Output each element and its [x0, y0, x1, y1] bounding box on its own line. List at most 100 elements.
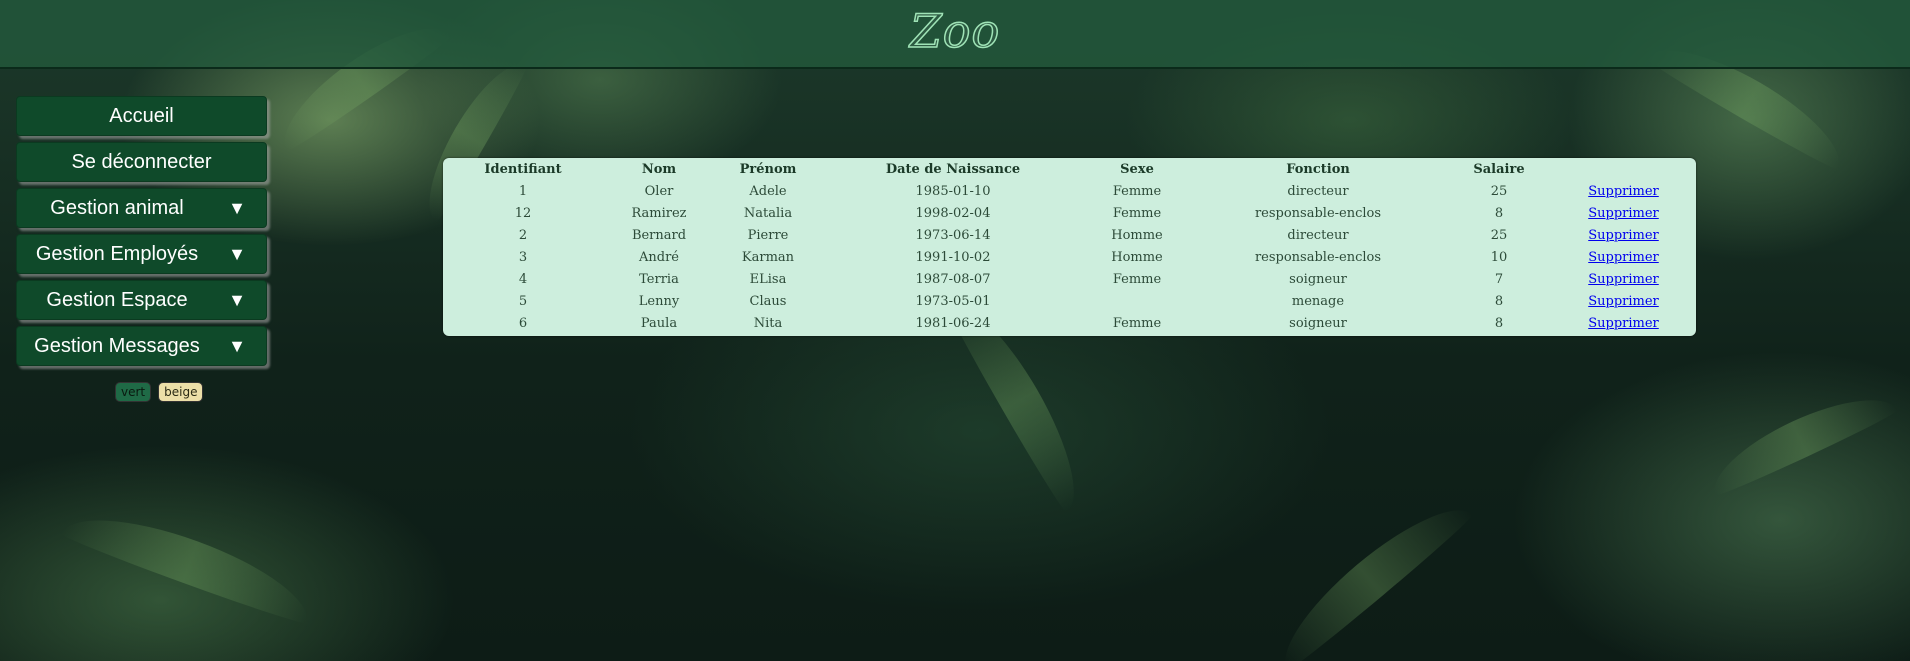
action-cell: Supprimer [1551, 224, 1696, 246]
table-row: 1 Oler Adele 1985-01-10 Femme directeur 25 Supp… [443, 180, 1696, 202]
table-cell: 12 [514, 205, 532, 221]
delete-link[interactable]: Supprimer [1588, 316, 1659, 331]
action-cell: Supprimer [1551, 202, 1696, 224]
table-cell [1085, 290, 1189, 312]
theme-switcher: vert beige [115, 382, 204, 402]
nav-gestion-animal-button[interactable]: Gestion animal ▼ [16, 188, 267, 228]
table-cell: 25 [1490, 183, 1508, 199]
chevron-down-icon: ▼ [228, 243, 246, 264]
delete-link[interactable]: Supprimer [1588, 228, 1659, 243]
employees-table-panel: Identifiant Nom Prénom Date de Naissance Sex… [443, 158, 1696, 336]
table-cell: Oler [644, 183, 674, 199]
table-cell: 8 [1494, 315, 1504, 331]
table-cell: soigneur [1289, 315, 1347, 331]
action-cell: Supprimer [1551, 312, 1696, 334]
table-cell: Lenny [638, 293, 680, 309]
delete-link[interactable]: Supprimer [1588, 206, 1659, 221]
table-cell: Nita [753, 315, 783, 331]
table-cell: Femme [1112, 183, 1162, 199]
table-header-row: Identifiant Nom Prénom Date de Naissance Sex… [443, 158, 1696, 180]
nav-accueil-button[interactable]: Accueil [16, 96, 267, 136]
table-cell: Femme [1112, 271, 1162, 287]
table-cell: Karman [741, 249, 795, 265]
table-cell: 1987-08-07 [915, 271, 991, 287]
column-header [1551, 158, 1696, 180]
table-cell: 1973-06-14 [915, 227, 991, 243]
table-cell: Pierre [747, 227, 789, 243]
table-cell: menage [1291, 293, 1345, 309]
table-cell: André [639, 249, 679, 265]
action-cell: Supprimer [1551, 290, 1696, 312]
delete-link[interactable]: Supprimer [1588, 250, 1659, 265]
action-cell: Supprimer [1551, 180, 1696, 202]
table-cell: Femme [1112, 205, 1162, 221]
table-cell: soigneur [1289, 271, 1347, 287]
table-cell: 2 [518, 227, 528, 243]
table-cell: directeur [1287, 183, 1349, 199]
table-cell: 1998-02-04 [915, 205, 991, 221]
delete-link[interactable]: Supprimer [1588, 184, 1659, 199]
column-header: Sexe [1120, 161, 1154, 177]
column-header: Fonction [1286, 161, 1350, 177]
table-row: 6 Paula Nita 1981-06-24 Femme soigneur 8 Suppri… [443, 312, 1696, 334]
column-header: Identifiant [484, 161, 562, 177]
table-cell: 4 [518, 271, 528, 287]
table-cell: directeur [1287, 227, 1349, 243]
chevron-down-icon: ▼ [228, 197, 246, 218]
table-cell: Paula [640, 315, 678, 331]
employees-table: Identifiant Nom Prénom Date de Naissance Sex… [443, 158, 1696, 334]
nav-gestion-espace-button[interactable]: Gestion Espace ▼ [16, 280, 267, 320]
table-cell: 25 [1490, 227, 1508, 243]
table-cell: 1985-01-10 [915, 183, 991, 199]
action-cell: Supprimer [1551, 246, 1696, 268]
table-cell: 10 [1490, 249, 1508, 265]
table-cell: 3 [518, 249, 528, 265]
nav-gestion-espace-label: Gestion Espace [46, 288, 188, 311]
table-cell: 8 [1494, 293, 1504, 309]
table-cell: Adele [749, 183, 787, 199]
table-cell: 1 [518, 183, 528, 199]
table-cell: responsable-enclos [1254, 205, 1382, 221]
nav-gestion-messages-label: Gestion Messages [34, 334, 200, 357]
chevron-down-icon: ▼ [228, 289, 246, 310]
table-cell: Terria [639, 271, 679, 287]
delete-link[interactable]: Supprimer [1588, 272, 1659, 287]
table-row: 3 André Karman 1991-10-02 Homme responsable-e… [443, 246, 1696, 268]
table-cell: Homme [1111, 227, 1163, 243]
nav-accueil-label: Accueil [109, 104, 174, 127]
table-cell: ELisa [749, 271, 787, 287]
table-cell: responsable-enclos [1254, 249, 1382, 265]
sidebar-nav: Accueil Se déconnecter Gestion animal ▼ … [16, 96, 267, 372]
table-cell: 8 [1494, 205, 1504, 221]
table-cell: Natalia [743, 205, 793, 221]
column-header: Date de Naissance [885, 161, 1021, 177]
table-row: 4 Terria ELisa 1987-08-07 Femme soigneur 7 Supp… [443, 268, 1696, 290]
table-cell: 7 [1494, 271, 1504, 287]
table-cell: 1981-06-24 [915, 315, 991, 331]
table-cell: Femme [1112, 315, 1162, 331]
nav-gestion-employes-label: Gestion Employés [35, 242, 199, 265]
table-cell: 1991-10-02 [915, 249, 991, 265]
column-header: Salaire [1473, 161, 1525, 177]
table-cell: Bernard [631, 227, 687, 243]
column-header: Prénom [739, 161, 797, 177]
table-cell: Homme [1111, 249, 1163, 265]
delete-link[interactable]: Supprimer [1588, 294, 1659, 309]
theme-beige-button[interactable]: beige [158, 382, 204, 402]
table-row: 12 Ramirez Natalia 1998-02-04 Femme responsab… [443, 202, 1696, 224]
chevron-down-icon: ▼ [228, 335, 246, 356]
nav-logout-label: Se déconnecter [71, 150, 212, 173]
table-cell: Ramirez [631, 205, 687, 221]
column-header: Nom [641, 161, 677, 177]
nav-gestion-messages-button[interactable]: Gestion Messages ▼ [16, 326, 267, 366]
nav-gestion-employes-button[interactable]: Gestion Employés ▼ [16, 234, 267, 274]
action-cell: Supprimer [1551, 268, 1696, 290]
theme-vert-button[interactable]: vert [115, 382, 152, 402]
table-cell: Claus [749, 293, 787, 309]
table-cell: 1973-05-01 [915, 293, 991, 309]
table-row: 5 Lenny Claus 1973-05-01 menage 8 Supprimer [443, 290, 1696, 312]
table-cell: 6 [518, 315, 528, 331]
site-header: Zoo [0, 0, 1910, 69]
nav-logout-button[interactable]: Se déconnecter [16, 142, 267, 182]
table-row: 2 Bernard Pierre 1973-06-14 Homme directeur 25… [443, 224, 1696, 246]
